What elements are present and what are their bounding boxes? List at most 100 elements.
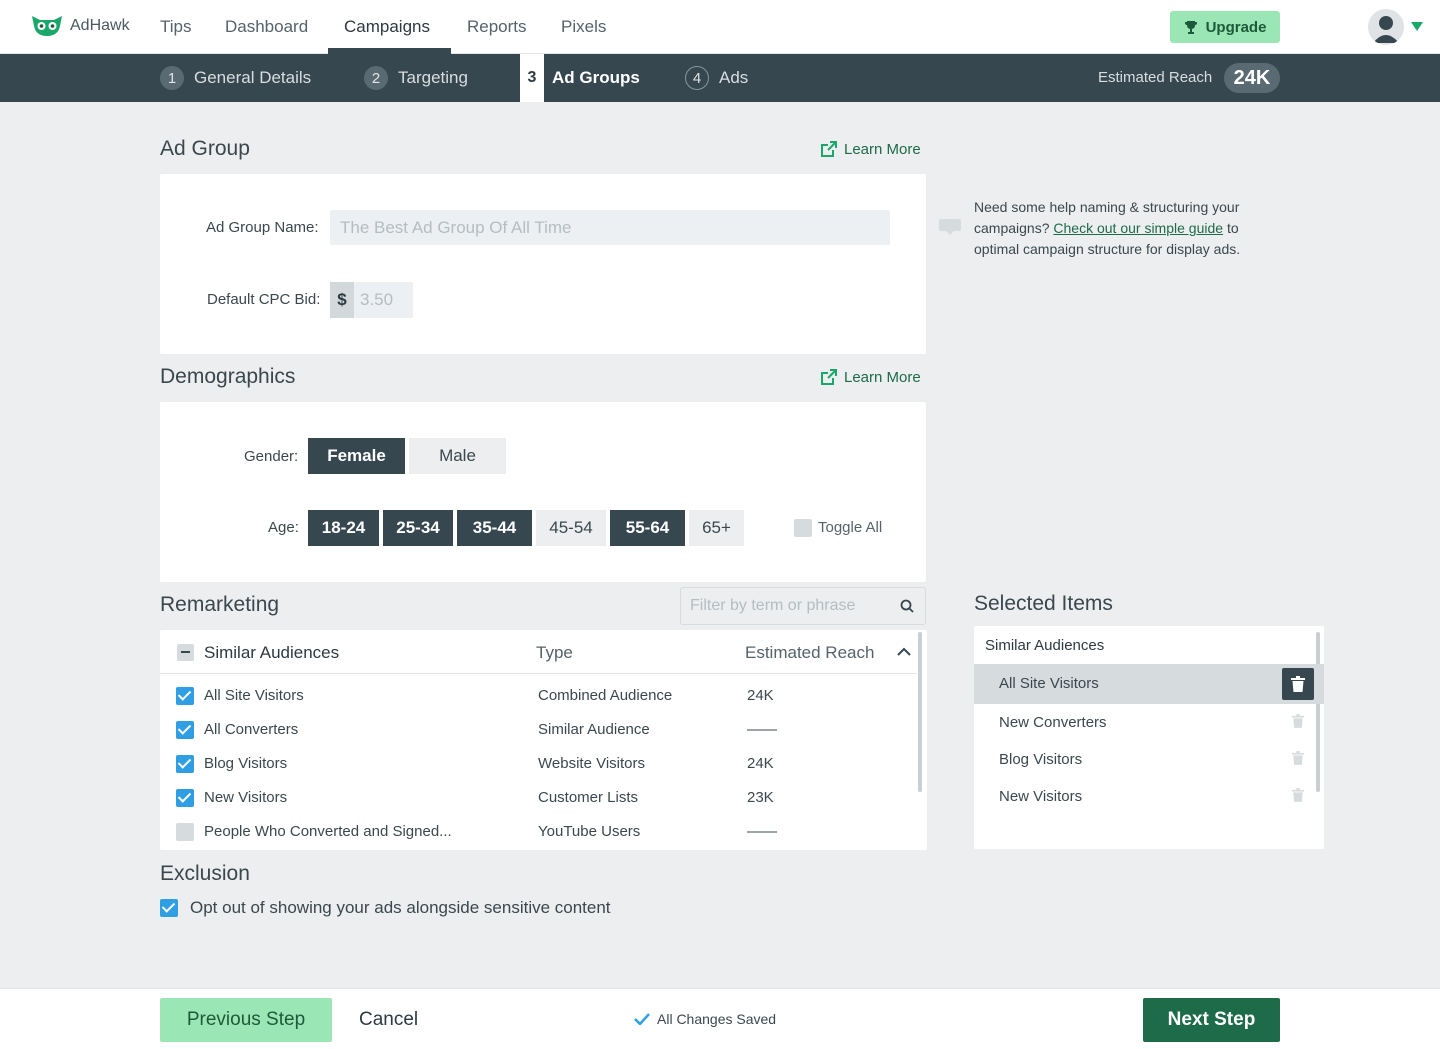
- nav-reports[interactable]: Reports: [467, 17, 527, 37]
- cpc-bid-label: Default CPC Bid:: [207, 291, 321, 308]
- selected-item-label: New Visitors: [999, 788, 1083, 805]
- toggle-all-checkbox[interactable]: [794, 519, 812, 537]
- external-link-icon: [821, 369, 837, 385]
- row-checkbox[interactable]: [176, 789, 194, 807]
- age-45-54-toggle[interactable]: 45-54: [536, 510, 606, 546]
- trash-icon[interactable]: [1292, 751, 1304, 765]
- remarketing-title: Remarketing: [160, 593, 280, 616]
- row-reach: ——: [747, 721, 777, 738]
- table-row[interactable]: New Visitors Customer Lists 23K: [160, 781, 917, 815]
- exclusion-label[interactable]: Opt out of showing your ads alongside se…: [190, 898, 611, 918]
- logo[interactable]: AdHawk: [30, 14, 130, 38]
- row-name: All Site Visitors: [204, 687, 304, 704]
- user-icon: [1373, 16, 1399, 43]
- filter-input[interactable]: Filter by term or phrase: [680, 587, 926, 625]
- remarketing-table-header: Similar Audiences Type Estimated Reach: [160, 630, 917, 674]
- table-row[interactable]: All Converters Similar Audience ——: [160, 713, 917, 747]
- gender-label: Gender:: [244, 448, 299, 465]
- next-step-button[interactable]: Next Step: [1143, 998, 1280, 1042]
- selected-group-label: Similar Audiences: [985, 637, 1105, 654]
- selected-item-label: All Site Visitors: [999, 675, 1099, 692]
- cpc-bid-input[interactable]: 3.50: [354, 282, 413, 318]
- row-reach: 24K: [747, 755, 774, 772]
- trash-icon: [1291, 676, 1305, 692]
- demographics-card: [160, 402, 926, 582]
- nav-campaigns[interactable]: Campaigns: [344, 17, 430, 37]
- filter-placeholder: Filter by term or phrase: [690, 597, 856, 614]
- exclusion-checkbox[interactable]: [160, 899, 178, 917]
- table-row[interactable]: People Who Converted and Signed... YouTu…: [160, 815, 917, 849]
- delete-button[interactable]: [1282, 668, 1314, 700]
- previous-step-button[interactable]: Previous Step: [160, 998, 332, 1042]
- age-65-plus-toggle[interactable]: 65+: [689, 510, 744, 546]
- row-name: New Visitors: [204, 789, 288, 806]
- table-row[interactable]: All Site Visitors Combined Audience 24K: [160, 679, 917, 713]
- age-18-24-toggle[interactable]: 18-24: [308, 510, 379, 546]
- age-25-34-toggle[interactable]: 25-34: [383, 510, 453, 546]
- age-35-44-toggle[interactable]: 35-44: [457, 510, 532, 546]
- bottom-bar: Previous Step Cancel All Changes Saved N…: [0, 988, 1440, 1049]
- chevron-up-icon[interactable]: [897, 647, 911, 656]
- collapse-group-checkbox[interactable]: [177, 644, 194, 661]
- row-checkbox[interactable]: [176, 721, 194, 739]
- selected-item[interactable]: New Visitors: [974, 778, 1314, 815]
- search-icon[interactable]: [900, 599, 914, 613]
- toggle-all-label[interactable]: Toggle All: [818, 519, 882, 536]
- upgrade-button[interactable]: Upgrade: [1170, 11, 1280, 43]
- step-label: General Details: [194, 68, 312, 87]
- ad-group-learn-more[interactable]: Learn More: [820, 141, 921, 158]
- age-55-64-toggle[interactable]: 55-64: [610, 510, 685, 546]
- row-type: Combined Audience: [538, 687, 673, 704]
- row-reach: 23K: [747, 789, 774, 806]
- owl-logo-icon: [32, 16, 62, 36]
- nav-tips[interactable]: Tips: [160, 17, 192, 37]
- step-number: 4: [685, 66, 709, 90]
- nav-pixels[interactable]: Pixels: [561, 17, 606, 37]
- step-ad-groups[interactable]: 3: [520, 54, 544, 102]
- row-type: Website Visitors: [538, 755, 645, 772]
- step-ads[interactable]: 4 Ads: [685, 54, 748, 102]
- step-general-details[interactable]: 1 General Details: [160, 54, 311, 102]
- demographics-learn-more[interactable]: Learn More: [820, 369, 921, 386]
- step-label: Ads: [719, 68, 749, 87]
- chevron-down-icon[interactable]: [1411, 22, 1423, 31]
- step-bar: 1 General Details 2 Targeting 3 Ad Group…: [0, 54, 1440, 102]
- ad-group-name-label: Ad Group Name:: [206, 219, 319, 236]
- selected-item[interactable]: Blog Visitors: [974, 741, 1314, 778]
- step-label-active[interactable]: Ad Groups: [552, 68, 640, 88]
- selected-item[interactable]: All Site Visitors: [974, 664, 1324, 704]
- step-targeting[interactable]: 2 Targeting: [364, 54, 468, 102]
- nav-dashboard[interactable]: Dashboard: [225, 17, 308, 37]
- upgrade-label: Upgrade: [1205, 18, 1267, 36]
- row-name: Blog Visitors: [204, 755, 288, 772]
- age-label: Age:: [268, 519, 299, 536]
- avatar[interactable]: [1368, 9, 1404, 45]
- row-reach: ——: [747, 823, 777, 840]
- remarketing-scrollbar[interactable]: [918, 632, 922, 792]
- trophy-icon: [1184, 21, 1197, 34]
- learn-more-label: Learn More: [844, 141, 921, 158]
- selected-item-label: Blog Visitors: [999, 751, 1083, 768]
- table-row[interactable]: Blog Visitors Website Visitors 24K: [160, 747, 917, 781]
- cancel-button[interactable]: Cancel: [359, 1009, 418, 1031]
- trash-icon[interactable]: [1292, 788, 1304, 802]
- trash-icon[interactable]: [1292, 714, 1304, 728]
- selected-scrollbar[interactable]: [1316, 632, 1320, 792]
- exclusion-title: Exclusion: [160, 862, 250, 885]
- row-checkbox[interactable]: [176, 823, 194, 841]
- row-reach: 24K: [747, 687, 774, 704]
- gender-male-toggle[interactable]: Male: [409, 438, 506, 474]
- gender-female-toggle[interactable]: Female: [308, 438, 405, 474]
- check-icon: [634, 1013, 650, 1025]
- help-text: Need some help naming & structuring your…: [974, 197, 1274, 260]
- ad-group-name-input[interactable]: The Best Ad Group Of All Time: [330, 210, 890, 245]
- step-number: 3: [527, 69, 537, 86]
- group-label: Similar Audiences: [204, 643, 340, 662]
- estimated-reach-value: 24K: [1224, 63, 1280, 93]
- row-checkbox[interactable]: [176, 687, 194, 705]
- guide-link[interactable]: Check out our simple guide: [1053, 220, 1223, 236]
- row-checkbox[interactable]: [176, 755, 194, 773]
- row-type: Similar Audience: [538, 721, 650, 738]
- column-estimated-reach: Estimated Reach: [745, 643, 875, 662]
- selected-item[interactable]: New Converters: [974, 704, 1314, 741]
